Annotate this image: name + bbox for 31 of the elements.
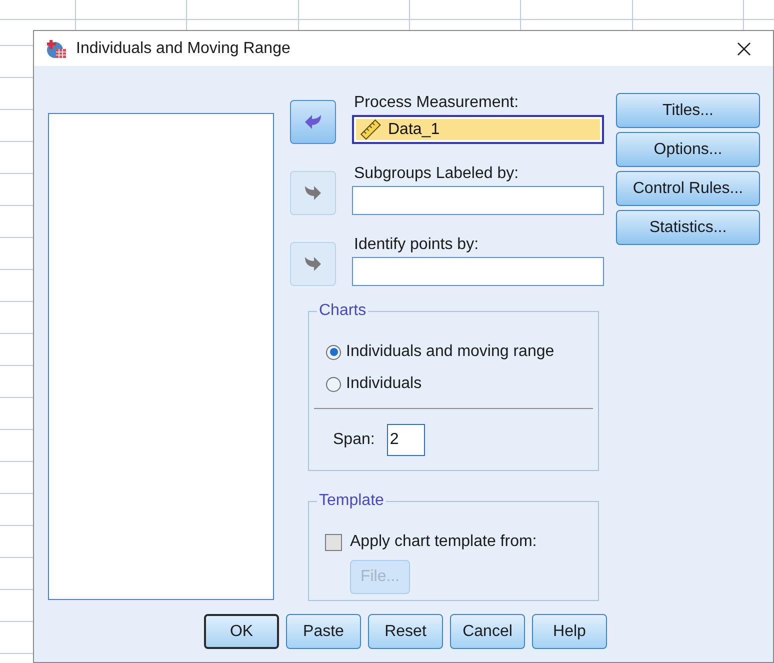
group-title: Template	[317, 491, 386, 511]
arrow-icon	[302, 254, 324, 274]
radio-button[interactable]	[326, 376, 341, 392]
checkbox-label[interactable]: Apply chart template from:	[350, 530, 537, 554]
field-label: Process Measurement:	[354, 93, 520, 113]
dialog-button[interactable]: Options...	[616, 132, 760, 167]
field-label: Subgroups Labeled by:	[354, 164, 520, 184]
dialog-button[interactable]: OK	[204, 614, 279, 649]
dialog-button[interactable]: Statistics...	[616, 210, 760, 245]
dialog-button[interactable]: Help	[532, 614, 607, 649]
variable-field[interactable]	[352, 257, 604, 286]
dialog-button[interactable]: Titles...	[616, 93, 760, 128]
dialog-button[interactable]: Reset	[368, 614, 443, 649]
radio-label[interactable]: Individuals and moving range	[346, 340, 554, 364]
span-field[interactable]: 2	[386, 424, 425, 456]
variable-field[interactable]	[352, 186, 604, 215]
radio-button[interactable]	[326, 344, 341, 360]
arrow-icon	[302, 183, 324, 203]
window-title: Individuals and Moving Range	[76, 38, 290, 58]
dialog-button[interactable]: Control Rules...	[616, 171, 760, 206]
dialog-button[interactable]: Paste	[286, 614, 361, 649]
variable-field[interactable]: Data_1	[352, 115, 604, 144]
span-label: Span:	[333, 430, 375, 450]
app-icon	[46, 38, 68, 60]
radio-label[interactable]: Individuals	[346, 372, 422, 396]
field-value: Data_1	[388, 120, 440, 140]
move-arrow-button[interactable]	[290, 100, 336, 144]
field-label: Identify points by:	[354, 235, 480, 255]
close-icon[interactable]	[737, 42, 751, 56]
checkbox[interactable]	[325, 534, 342, 550]
dialog-button[interactable]: Cancel	[450, 614, 525, 649]
